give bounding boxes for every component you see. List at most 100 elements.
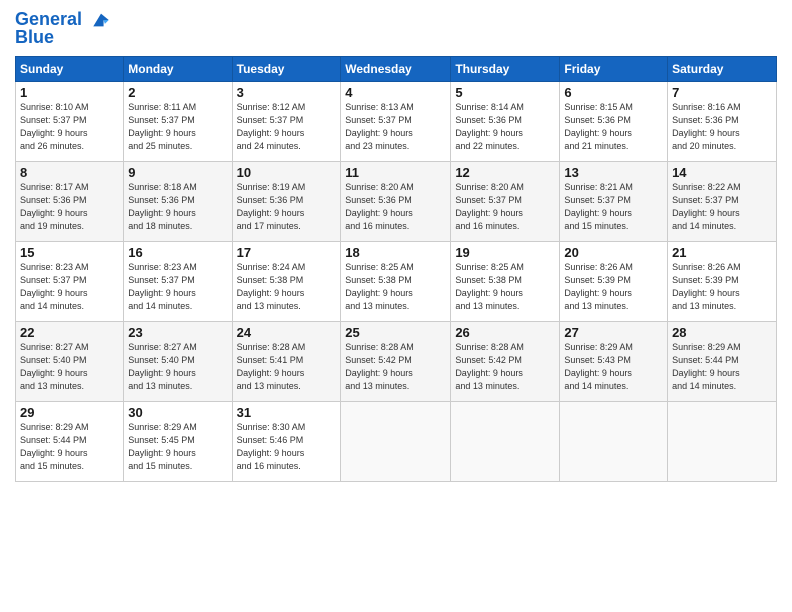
day-number: 26 — [455, 325, 555, 340]
day-number: 28 — [672, 325, 772, 340]
calendar-cell — [451, 401, 560, 481]
calendar-cell: 30 Sunrise: 8:29 AMSunset: 5:45 PMDaylig… — [124, 401, 232, 481]
day-info: Sunrise: 8:14 AMSunset: 5:36 PMDaylight:… — [455, 102, 524, 151]
day-number: 7 — [672, 85, 772, 100]
day-info: Sunrise: 8:23 AMSunset: 5:37 PMDaylight:… — [128, 262, 197, 311]
day-number: 15 — [20, 245, 119, 260]
calendar-cell — [668, 401, 777, 481]
calendar-cell — [341, 401, 451, 481]
day-number: 16 — [128, 245, 227, 260]
day-info: Sunrise: 8:10 AMSunset: 5:37 PMDaylight:… — [20, 102, 89, 151]
day-number: 29 — [20, 405, 119, 420]
day-number: 30 — [128, 405, 227, 420]
day-info: Sunrise: 8:27 AMSunset: 5:40 PMDaylight:… — [20, 342, 89, 391]
day-number: 25 — [345, 325, 446, 340]
day-info: Sunrise: 8:28 AMSunset: 5:42 PMDaylight:… — [345, 342, 414, 391]
day-number: 5 — [455, 85, 555, 100]
day-number: 9 — [128, 165, 227, 180]
calendar-cell: 13 Sunrise: 8:21 AMSunset: 5:37 PMDaylig… — [560, 161, 668, 241]
calendar-cell: 5 Sunrise: 8:14 AMSunset: 5:36 PMDayligh… — [451, 81, 560, 161]
day-info: Sunrise: 8:29 AMSunset: 5:44 PMDaylight:… — [20, 422, 89, 471]
logo: General Blue — [15, 10, 112, 48]
calendar-cell: 3 Sunrise: 8:12 AMSunset: 5:37 PMDayligh… — [232, 81, 341, 161]
day-info: Sunrise: 8:25 AMSunset: 5:38 PMDaylight:… — [345, 262, 414, 311]
day-number: 27 — [564, 325, 663, 340]
calendar-cell: 28 Sunrise: 8:29 AMSunset: 5:44 PMDaylig… — [668, 321, 777, 401]
calendar-cell: 7 Sunrise: 8:16 AMSunset: 5:36 PMDayligh… — [668, 81, 777, 161]
col-header-friday: Friday — [560, 56, 668, 81]
calendar-cell — [560, 401, 668, 481]
day-info: Sunrise: 8:20 AMSunset: 5:36 PMDaylight:… — [345, 182, 414, 231]
day-number: 2 — [128, 85, 227, 100]
calendar-cell: 19 Sunrise: 8:25 AMSunset: 5:38 PMDaylig… — [451, 241, 560, 321]
calendar-cell: 8 Sunrise: 8:17 AMSunset: 5:36 PMDayligh… — [16, 161, 124, 241]
day-info: Sunrise: 8:24 AMSunset: 5:38 PMDaylight:… — [237, 262, 306, 311]
col-header-sunday: Sunday — [16, 56, 124, 81]
calendar-cell: 16 Sunrise: 8:23 AMSunset: 5:37 PMDaylig… — [124, 241, 232, 321]
day-number: 1 — [20, 85, 119, 100]
day-number: 19 — [455, 245, 555, 260]
day-info: Sunrise: 8:19 AMSunset: 5:36 PMDaylight:… — [237, 182, 306, 231]
calendar-cell: 4 Sunrise: 8:13 AMSunset: 5:37 PMDayligh… — [341, 81, 451, 161]
day-number: 11 — [345, 165, 446, 180]
calendar-cell: 15 Sunrise: 8:23 AMSunset: 5:37 PMDaylig… — [16, 241, 124, 321]
col-header-wednesday: Wednesday — [341, 56, 451, 81]
day-number: 17 — [237, 245, 337, 260]
day-info: Sunrise: 8:13 AMSunset: 5:37 PMDaylight:… — [345, 102, 414, 151]
day-number: 10 — [237, 165, 337, 180]
day-number: 20 — [564, 245, 663, 260]
calendar-table: SundayMondayTuesdayWednesdayThursdayFrid… — [15, 56, 777, 482]
day-info: Sunrise: 8:22 AMSunset: 5:37 PMDaylight:… — [672, 182, 741, 231]
day-number: 14 — [672, 165, 772, 180]
day-info: Sunrise: 8:21 AMSunset: 5:37 PMDaylight:… — [564, 182, 633, 231]
day-number: 8 — [20, 165, 119, 180]
day-number: 23 — [128, 325, 227, 340]
day-info: Sunrise: 8:18 AMSunset: 5:36 PMDaylight:… — [128, 182, 197, 231]
calendar-cell: 10 Sunrise: 8:19 AMSunset: 5:36 PMDaylig… — [232, 161, 341, 241]
day-info: Sunrise: 8:11 AMSunset: 5:37 PMDaylight:… — [128, 102, 196, 151]
calendar-cell: 20 Sunrise: 8:26 AMSunset: 5:39 PMDaylig… — [560, 241, 668, 321]
calendar-cell: 17 Sunrise: 8:24 AMSunset: 5:38 PMDaylig… — [232, 241, 341, 321]
day-info: Sunrise: 8:25 AMSunset: 5:38 PMDaylight:… — [455, 262, 524, 311]
calendar-cell: 9 Sunrise: 8:18 AMSunset: 5:36 PMDayligh… — [124, 161, 232, 241]
day-number: 22 — [20, 325, 119, 340]
day-info: Sunrise: 8:17 AMSunset: 5:36 PMDaylight:… — [20, 182, 89, 231]
calendar-cell: 2 Sunrise: 8:11 AMSunset: 5:37 PMDayligh… — [124, 81, 232, 161]
day-info: Sunrise: 8:16 AMSunset: 5:36 PMDaylight:… — [672, 102, 741, 151]
calendar-cell: 18 Sunrise: 8:25 AMSunset: 5:38 PMDaylig… — [341, 241, 451, 321]
day-number: 6 — [564, 85, 663, 100]
col-header-monday: Monday — [124, 56, 232, 81]
day-info: Sunrise: 8:28 AMSunset: 5:42 PMDaylight:… — [455, 342, 524, 391]
calendar-cell: 29 Sunrise: 8:29 AMSunset: 5:44 PMDaylig… — [16, 401, 124, 481]
day-info: Sunrise: 8:29 AMSunset: 5:43 PMDaylight:… — [564, 342, 633, 391]
day-info: Sunrise: 8:26 AMSunset: 5:39 PMDaylight:… — [672, 262, 741, 311]
calendar-cell: 31 Sunrise: 8:30 AMSunset: 5:46 PMDaylig… — [232, 401, 341, 481]
day-number: 3 — [237, 85, 337, 100]
col-header-thursday: Thursday — [451, 56, 560, 81]
calendar-cell: 11 Sunrise: 8:20 AMSunset: 5:36 PMDaylig… — [341, 161, 451, 241]
day-number: 13 — [564, 165, 663, 180]
day-info: Sunrise: 8:12 AMSunset: 5:37 PMDaylight:… — [237, 102, 306, 151]
col-header-saturday: Saturday — [668, 56, 777, 81]
calendar-cell: 26 Sunrise: 8:28 AMSunset: 5:42 PMDaylig… — [451, 321, 560, 401]
day-info: Sunrise: 8:27 AMSunset: 5:40 PMDaylight:… — [128, 342, 197, 391]
day-info: Sunrise: 8:30 AMSunset: 5:46 PMDaylight:… — [237, 422, 306, 471]
day-info: Sunrise: 8:26 AMSunset: 5:39 PMDaylight:… — [564, 262, 633, 311]
day-info: Sunrise: 8:20 AMSunset: 5:37 PMDaylight:… — [455, 182, 524, 231]
day-number: 4 — [345, 85, 446, 100]
day-number: 18 — [345, 245, 446, 260]
day-number: 12 — [455, 165, 555, 180]
calendar-cell: 25 Sunrise: 8:28 AMSunset: 5:42 PMDaylig… — [341, 321, 451, 401]
day-info: Sunrise: 8:23 AMSunset: 5:37 PMDaylight:… — [20, 262, 89, 311]
calendar-cell: 22 Sunrise: 8:27 AMSunset: 5:40 PMDaylig… — [16, 321, 124, 401]
day-info: Sunrise: 8:15 AMSunset: 5:36 PMDaylight:… — [564, 102, 633, 151]
day-number: 21 — [672, 245, 772, 260]
day-number: 31 — [237, 405, 337, 420]
col-header-tuesday: Tuesday — [232, 56, 341, 81]
day-info: Sunrise: 8:29 AMSunset: 5:45 PMDaylight:… — [128, 422, 197, 471]
calendar-cell: 23 Sunrise: 8:27 AMSunset: 5:40 PMDaylig… — [124, 321, 232, 401]
logo-line1: General — [15, 9, 82, 29]
calendar-cell: 27 Sunrise: 8:29 AMSunset: 5:43 PMDaylig… — [560, 321, 668, 401]
calendar-cell: 21 Sunrise: 8:26 AMSunset: 5:39 PMDaylig… — [668, 241, 777, 321]
day-number: 24 — [237, 325, 337, 340]
